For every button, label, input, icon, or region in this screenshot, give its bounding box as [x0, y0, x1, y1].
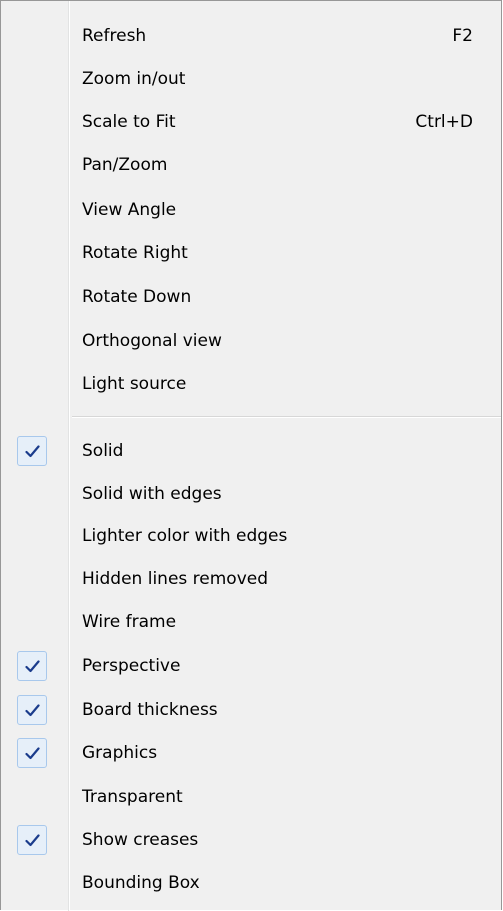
- menu-item-scale-to-fit[interactable]: Scale to Fit Ctrl+D: [1, 103, 501, 141]
- menu-item-label: Scale to Fit: [82, 112, 176, 132]
- menu-item-refresh[interactable]: Refresh F2: [1, 17, 501, 55]
- menu-item-wire-frame[interactable]: Wire frame: [1, 603, 501, 641]
- checkmark-icon: [25, 747, 40, 760]
- menu-item-view-angle[interactable]: View Angle: [1, 191, 501, 229]
- menu-item-orthogonal-view[interactable]: Orthogonal view: [1, 322, 501, 360]
- menu-item-label: Orthogonal view: [82, 331, 222, 351]
- menu-item-label: Zoom in/out: [82, 69, 186, 89]
- menu-item-solid-with-edges[interactable]: Solid with edges: [1, 475, 501, 513]
- checkmark-icon: [25, 704, 40, 717]
- menu-item-label: Solid with edges: [82, 484, 222, 504]
- check-indicator: [17, 738, 47, 768]
- checkmark-icon: [25, 834, 40, 847]
- checkmark-icon: [25, 445, 40, 458]
- menu-item-board-thickness[interactable]: Board thickness: [1, 691, 501, 729]
- menu-item-label: Rotate Down: [82, 287, 192, 307]
- menu-item-label: Lighter color with edges: [82, 526, 288, 546]
- menu-item-solid[interactable]: Solid: [1, 432, 501, 470]
- menu-item-shortcut: Ctrl+D: [415, 112, 473, 132]
- menu-item-show-creases[interactable]: Show creases: [1, 821, 501, 859]
- menu-item-light-source[interactable]: Light source: [1, 365, 501, 403]
- menu-item-label: Solid: [82, 441, 124, 461]
- menu-item-perspective[interactable]: Perspective: [1, 647, 501, 685]
- menu-item-label: Hidden lines removed: [82, 569, 269, 589]
- menu-item-label: View Angle: [82, 200, 177, 220]
- menu-separator-highlight: [72, 417, 501, 418]
- check-indicator: [17, 436, 47, 466]
- menu-item-label: Show creases: [82, 830, 199, 850]
- menu-item-label: Board thickness: [82, 700, 218, 720]
- menu-item-label: Pan/Zoom: [82, 155, 168, 175]
- check-indicator: [17, 651, 47, 681]
- menu-item-rotate-right[interactable]: Rotate Right: [1, 234, 501, 272]
- context-menu: Refresh F2 Zoom in/out Scale to Fit Ctrl+D Pa…: [0, 0, 502, 911]
- menu-item-label: Perspective: [82, 656, 181, 676]
- menu-item-pan-zoom[interactable]: Pan/Zoom: [1, 146, 501, 184]
- menu-item-label: Light source: [82, 374, 187, 394]
- menu-item-shortcut: F2: [452, 26, 473, 46]
- menu-item-label: Transparent: [82, 787, 183, 807]
- menu-item-bounding-box[interactable]: Bounding Box: [1, 864, 501, 902]
- menu-item-hidden-lines-removed[interactable]: Hidden lines removed: [1, 560, 501, 598]
- check-indicator: [17, 825, 47, 855]
- menu-item-lighter-color-with-edges[interactable]: Lighter color with edges: [1, 517, 501, 555]
- menu-item-label: Graphics: [82, 743, 158, 763]
- menu-item-rotate-down[interactable]: Rotate Down: [1, 278, 501, 316]
- menu-item-label: Wire frame: [82, 612, 177, 632]
- menu-item-label: Rotate Right: [82, 243, 188, 263]
- menu-item-label: Refresh: [82, 26, 147, 46]
- menu-item-label: Bounding Box: [82, 873, 200, 893]
- check-indicator: [17, 695, 47, 725]
- checkmark-icon: [25, 660, 40, 673]
- menu-item-transparent[interactable]: Transparent: [1, 778, 501, 816]
- menu-item-zoom-in-out[interactable]: Zoom in/out: [1, 60, 501, 98]
- menu-item-graphics[interactable]: Graphics: [1, 734, 501, 772]
